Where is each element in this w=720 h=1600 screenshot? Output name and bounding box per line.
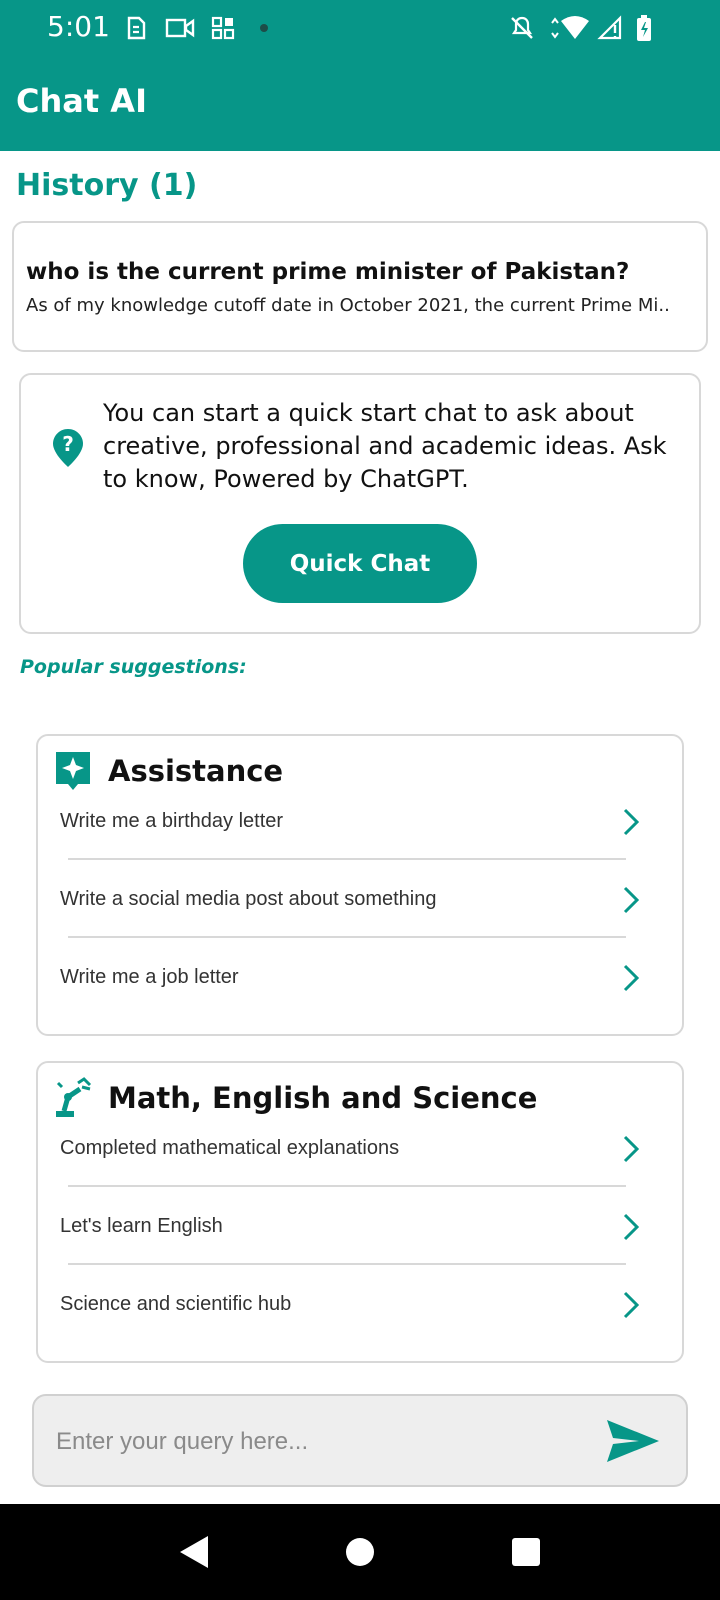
- system-nav-bar: [0, 1504, 720, 1600]
- chevron-right-icon: [620, 884, 642, 916]
- query-input[interactable]: [56, 1420, 576, 1464]
- sim-card-icon: [124, 14, 148, 42]
- suggestion-item[interactable]: Science and scientific hub: [38, 1265, 682, 1343]
- quick-start-description: You can start a quick start chat to ask …: [103, 399, 667, 493]
- help-pin-icon: ?: [52, 428, 84, 468]
- wifi-icon: [548, 14, 598, 42]
- mute-icon: [508, 14, 536, 42]
- history-item[interactable]: who is the current prime minister of Pak…: [12, 221, 708, 352]
- battery-icon: [634, 14, 654, 42]
- status-bar: 5:01: [0, 0, 720, 56]
- suggestion-item[interactable]: Write me a birthday letter: [38, 782, 682, 860]
- send-button[interactable]: [604, 1418, 662, 1466]
- quick-start-card: ? You can start a quick start chat to as…: [19, 373, 701, 634]
- suggestion-label: Write me a job letter: [60, 966, 239, 988]
- suggestion-label: Let's learn English: [60, 1215, 223, 1237]
- status-time: 5:01: [47, 10, 110, 43]
- recents-icon[interactable]: [508, 1534, 544, 1570]
- back-icon[interactable]: [176, 1534, 212, 1570]
- suggestion-label: Science and scientific hub: [60, 1293, 292, 1315]
- query-bar: [32, 1394, 688, 1487]
- svg-text:?: ?: [62, 432, 74, 456]
- chevron-right-icon: [620, 806, 642, 838]
- chevron-right-icon: [620, 1133, 642, 1165]
- chevron-right-icon: [620, 1211, 642, 1243]
- chevron-right-icon: [620, 962, 642, 994]
- history-answer-preview: As of my knowledge cutoff date in Octobe…: [26, 295, 670, 316]
- home-icon[interactable]: [342, 1534, 378, 1570]
- app-title: Chat AI: [16, 82, 147, 120]
- signal-icon: [596, 14, 624, 42]
- history-title: History (1): [16, 168, 198, 203]
- suggestion-item[interactable]: Write a social media post about somethin…: [38, 860, 682, 938]
- suggestion-item[interactable]: Write me a job letter: [38, 938, 682, 1016]
- send-icon: [605, 1420, 661, 1467]
- history-question: who is the current prime minister of Pak…: [26, 259, 630, 285]
- video-icon: [164, 14, 196, 42]
- dot-icon: [258, 14, 270, 42]
- chevron-right-icon: [620, 1289, 642, 1321]
- suggestion-item[interactable]: Let's learn English: [38, 1187, 682, 1265]
- suggestion-label: Write a social media post about somethin…: [60, 888, 437, 910]
- quick-chat-button[interactable]: Quick Chat: [243, 524, 477, 603]
- suggestion-item[interactable]: Completed mathematical explanations: [38, 1109, 682, 1187]
- suggestion-group-math-english-science: Math, English and Science Completed math…: [36, 1061, 684, 1363]
- app-header: 5:01 Chat AI: [0, 0, 720, 151]
- suggestion-label: Write me a birthday letter: [60, 810, 284, 832]
- suggestion-label: Completed mathematical explanations: [60, 1137, 400, 1159]
- popular-suggestions-label: Popular suggestions:: [20, 656, 247, 678]
- suggestion-group-assistance: Assistance Write me a birthday letter Wr…: [36, 734, 684, 1036]
- apps-icon: [210, 14, 236, 42]
